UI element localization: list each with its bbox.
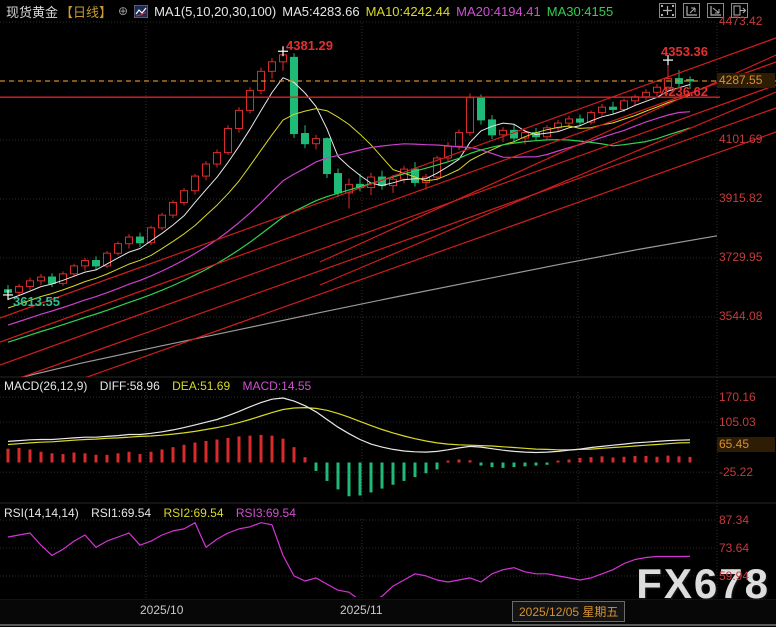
support-line-label: 4236.62 (661, 84, 708, 99)
rsi-settings-label: RSI(14,14,14) (4, 506, 79, 520)
rsi3-value: RSI3:69.54 (236, 506, 296, 520)
x-tick-nov: 2025/11 (340, 603, 383, 617)
y-tick-main-4: 3915.82 (719, 191, 773, 205)
trading-app: 现货黄金 【日线】 ⊕ MA1(5,10,20,30,100) MA5:4283… (0, 0, 776, 627)
macd-current-value: 65.45 (717, 437, 775, 452)
y-tick-rsi-1: 87.34 (719, 513, 773, 527)
macd-header: MACD(26,12,9) DIFF:58.96 DEA:51.69 MACD:… (4, 379, 320, 393)
y-tick-macd-2: 105.03 (719, 415, 773, 429)
chart-canvas[interactable] (0, 0, 776, 627)
macd-diff-value: DIFF:58.96 (100, 379, 160, 393)
rsi1-value: RSI1:69.54 (91, 506, 151, 520)
rsi2-value: RSI2:69.54 (163, 506, 223, 520)
x-tick-current-date: 2025/12/05 星期五 (512, 601, 625, 622)
y-tick-main-6: 3544.08 (719, 309, 773, 323)
peak-high-label: 4381.29 (286, 38, 333, 53)
recent-high-label: 4353.36 (661, 44, 708, 59)
y-tick-rsi-3: 59.94 (719, 569, 773, 583)
macd-dea-value: DEA:51.69 (172, 379, 230, 393)
time-axis: 2025/10 2025/11 2025/12/05 星期五 (0, 600, 776, 624)
y-tick-rsi-2: 73.64 (719, 541, 773, 555)
macd-settings-label: MACD(26,12,9) (4, 379, 87, 393)
y-tick-main-5: 3729.95 (719, 250, 773, 264)
y-tick-main-3: 4101.69 (719, 132, 773, 146)
y-tick-macd-1: 170.16 (719, 390, 773, 404)
y-tick-macd-3: -25.22 (719, 465, 773, 479)
x-tick-oct: 2025/10 (140, 603, 183, 617)
range-low-label: 3613.55 (13, 294, 60, 309)
y-tick-main-1: 4473.42 (719, 14, 773, 28)
rsi-header: RSI(14,14,14) RSI1:69.54 RSI2:69.54 RSI3… (4, 506, 305, 520)
macd-macd-value: MACD:14.55 (242, 379, 311, 393)
y-current-price: 4287.55 (717, 73, 775, 88)
bottom-scrollbar[interactable] (0, 624, 776, 626)
